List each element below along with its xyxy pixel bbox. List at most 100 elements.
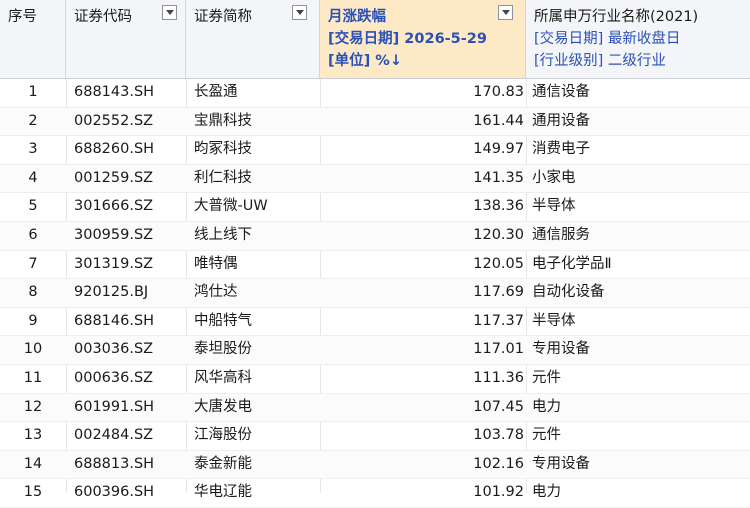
row-name: 泰金新能 <box>194 455 252 472</box>
row-monthly-change: 161.44 <box>473 112 524 129</box>
header-code[interactable]: 证券代码 <box>66 0 186 78</box>
row-code: 920125.BJ <box>74 284 149 301</box>
row-seq: 5 <box>28 198 38 215</box>
row-seq: 15 <box>23 484 43 501</box>
row-seq: 7 <box>28 255 38 272</box>
row-industry: 小家电 <box>532 169 576 186</box>
row-name: 唯特偶 <box>194 255 238 272</box>
table-row[interactable]: 4 001259.SZ 利仁科技 141.35 小家电 <box>0 164 750 194</box>
filter-dropdown-icon[interactable] <box>292 5 307 20</box>
row-code: 688143.SH <box>74 84 155 100</box>
filter-dropdown-icon[interactable] <box>162 5 177 20</box>
table-row[interactable]: 8 920125.BJ 鸿仕达 117.69 自动化设备 <box>0 279 750 308</box>
table-row[interactable]: 11 000636.SZ 风华高科 111.36 元件 <box>0 365 750 394</box>
row-code: 002552.SZ <box>74 112 154 129</box>
row-monthly-change: 138.36 <box>473 198 524 215</box>
row-seq: 14 <box>23 455 43 472</box>
table-row[interactable]: 1 688143.SH 长盈通 170.83 通信设备 <box>0 79 750 108</box>
table-row[interactable]: 7 301319.SZ 唯特偶 120.05 电子化学品Ⅱ <box>0 251 750 280</box>
row-name: 宝鼎科技 <box>194 112 252 129</box>
row-name: 华电辽能 <box>194 484 252 501</box>
row-industry: 消费电子 <box>532 141 590 158</box>
header-chg-unit: [单位] %↓ <box>328 53 402 69</box>
row-name: 大普微-UW <box>194 198 268 215</box>
row-code: 003036.SZ <box>74 341 154 358</box>
row-code: 000636.SZ <box>74 369 154 386</box>
row-seq: 6 <box>28 226 38 243</box>
table-row[interactable]: 9 688146.SH 中船特气 117.37 半导体 <box>0 308 750 337</box>
row-code: 688146.SH <box>74 312 155 329</box>
row-name: 风华高科 <box>194 369 252 386</box>
table-row[interactable]: 3 688260.SH 昀冢科技 149.97 消费电子 <box>0 136 750 165</box>
row-industry: 电力 <box>532 484 561 501</box>
stock-table: 序号 证券代码 证券简称 月涨跌幅 [交易日期] 2026-5-29 [单位] … <box>0 0 750 508</box>
row-industry: 半导体 <box>532 198 576 215</box>
row-code: 300959.SZ <box>74 226 154 243</box>
row-industry: 通信设备 <box>532 84 590 100</box>
header-seq-label: 序号 <box>8 9 37 25</box>
table-row[interactable]: 12 601991.SH 大唐发电 107.45 电力 <box>0 393 750 423</box>
row-name: 泰坦股份 <box>194 341 252 358</box>
header-monthly-change[interactable]: 月涨跌幅 [交易日期] 2026-5-29 [单位] %↓ <box>320 0 526 78</box>
filter-dropdown-icon[interactable] <box>498 5 513 20</box>
row-monthly-change: 149.97 <box>473 141 524 158</box>
header-ind-level: [行业级别] 二级行业 <box>534 53 666 69</box>
row-name: 长盈通 <box>194 84 238 100</box>
row-industry: 元件 <box>532 427 561 444</box>
row-monthly-change: 170.83 <box>473 84 524 100</box>
row-industry: 通用设备 <box>532 112 590 129</box>
table-body: 1 688143.SH 长盈通 170.83 通信设备 2 002552.SZ 宝鼎科技 161… <box>0 79 750 508</box>
header-chg-date: [交易日期] 2026-5-29 <box>328 31 487 47</box>
row-monthly-change: 117.69 <box>473 284 524 301</box>
table-row[interactable]: 10 003036.SZ 泰坦股份 117.01 专用设备 <box>0 336 750 365</box>
row-seq: 8 <box>28 284 38 301</box>
row-monthly-change: 103.78 <box>473 427 524 444</box>
table-row[interactable]: 15 600396.SH 华电辽能 101.92 电力 <box>0 479 750 508</box>
row-monthly-change: 101.92 <box>473 484 524 501</box>
header-ind-title: 所属申万行业名称(2021) <box>534 9 699 25</box>
row-code: 688813.SH <box>74 455 155 472</box>
table-row[interactable]: 14 688813.SH 泰金新能 102.16 专用设备 <box>0 450 750 480</box>
row-code: 002484.SZ <box>74 427 154 444</box>
table-header: 序号 证券代码 证券简称 月涨跌幅 [交易日期] 2026-5-29 [单位] … <box>0 0 750 79</box>
table-row[interactable]: 5 301666.SZ 大普微-UW 138.36 半导体 <box>0 193 750 222</box>
row-monthly-change: 141.35 <box>473 169 524 186</box>
header-ind-date: [交易日期] 最新收盘日 <box>534 31 681 47</box>
header-name[interactable]: 证券简称 <box>186 0 320 78</box>
row-name: 中船特气 <box>194 312 252 329</box>
row-monthly-change: 102.16 <box>473 455 524 472</box>
row-industry: 专用设备 <box>532 455 590 472</box>
row-name: 江海股份 <box>194 427 252 444</box>
row-monthly-change: 117.01 <box>473 341 524 358</box>
row-name: 昀冢科技 <box>194 141 252 158</box>
header-industry[interactable]: 所属申万行业名称(2021) [交易日期] 最新收盘日 [行业级别] 二级行业 <box>526 0 750 78</box>
row-code: 601991.SH <box>74 398 155 415</box>
row-code: 600396.SH <box>74 484 155 501</box>
row-monthly-change: 111.36 <box>473 369 524 386</box>
row-name: 利仁科技 <box>194 169 252 186</box>
row-industry: 电子化学品Ⅱ <box>532 255 612 272</box>
row-name: 线上线下 <box>194 226 252 243</box>
row-seq: 11 <box>23 369 43 386</box>
row-industry: 专用设备 <box>532 341 590 358</box>
row-industry: 电力 <box>532 398 561 415</box>
table-row[interactable]: 2 002552.SZ 宝鼎科技 161.44 通用设备 <box>0 107 750 137</box>
row-seq: 9 <box>28 312 38 329</box>
table-row[interactable]: 13 002484.SZ 江海股份 103.78 元件 <box>0 422 750 451</box>
row-industry: 元件 <box>532 369 561 386</box>
row-industry: 通信服务 <box>532 226 590 243</box>
table-row[interactable]: 6 300959.SZ 线上线下 120.30 通信服务 <box>0 221 750 251</box>
row-monthly-change: 120.30 <box>473 226 524 243</box>
row-code: 301319.SZ <box>74 255 154 272</box>
row-monthly-change: 107.45 <box>473 398 524 415</box>
row-seq: 10 <box>23 341 43 358</box>
row-seq: 13 <box>23 427 43 444</box>
header-seq[interactable]: 序号 <box>0 0 66 78</box>
row-industry: 自动化设备 <box>532 284 605 301</box>
row-code: 001259.SZ <box>74 169 154 186</box>
row-seq: 12 <box>23 398 43 415</box>
header-chg-title: 月涨跌幅 <box>328 9 386 25</box>
row-seq: 1 <box>28 84 38 100</box>
row-name: 大唐发电 <box>194 398 252 415</box>
row-code: 688260.SH <box>74 141 155 158</box>
